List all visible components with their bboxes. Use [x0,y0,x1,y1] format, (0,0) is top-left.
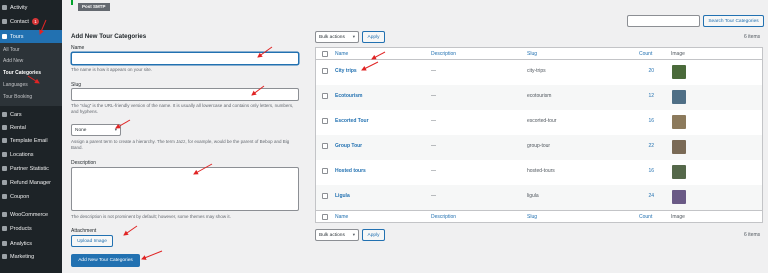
app-root: Activity Contact 1 Tours All Tour Add New… [0,0,768,273]
arrow-slug-input [251,85,265,96]
arrow-tours [39,19,47,35]
arrow-submit-button [141,250,163,260]
arrow-description [193,163,213,175]
arrow-tour-categories [27,75,40,84]
arrow-name-input [257,46,273,58]
annotation-arrows [27,19,386,260]
arrow-table-header [371,51,386,60]
arrow-upload-button [123,225,138,236]
arrow-city-trips [361,61,379,71]
arrow-parent-select [115,119,131,129]
